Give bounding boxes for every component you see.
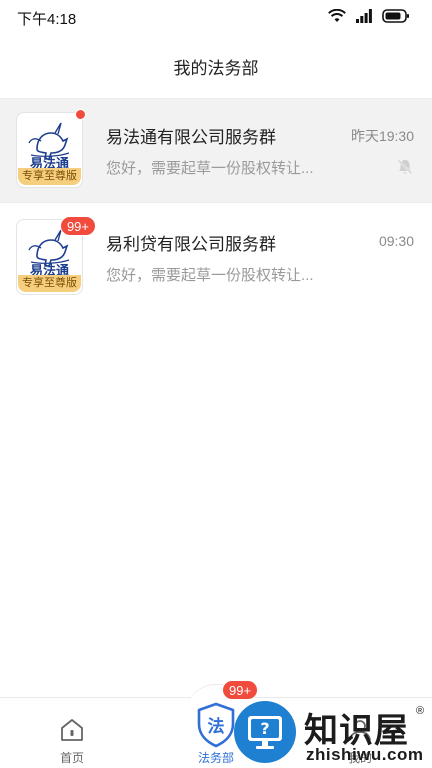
watermark: ? 知识屋 ® zhishiwu.com — [232, 699, 432, 768]
watermark-icon-char: ? — [260, 719, 269, 738]
wifi-icon — [328, 9, 346, 22]
legal-shield-char: 法 — [208, 716, 225, 737]
unread-badge: 99+ — [59, 216, 96, 236]
unread-dot — [75, 109, 86, 120]
mute-bell-icon — [397, 159, 413, 175]
chat-preview: 您好，需要起草一份股权转让... — [106, 267, 314, 284]
avatar: 易法通 专享至尊版 99+ — [16, 216, 96, 295]
home-icon — [61, 719, 83, 741]
avatar-tag: 专享至尊版 — [18, 168, 81, 185]
chat-time: 09:30 — [378, 233, 414, 249]
chat-preview: 您好，需要起草一份股权转让... — [106, 160, 314, 177]
watermark-registered: ® — [416, 705, 425, 717]
legal-shield-icon: 法 — [197, 702, 235, 748]
avatar: 易法通 专享至尊版 — [16, 109, 86, 188]
chat-list: 易法通 专享至尊版 易法通有限公司服务群 您好，需要起草一份股权转让... 昨天… — [0, 99, 432, 305]
page-header: 我的法务部 — [0, 36, 432, 96]
watermark-monitor-icon: ? — [234, 701, 296, 763]
chat-row[interactable]: 易法通 专享至尊版 99+ 易利贷有限公司服务群 您好，需要起草一份股权转让..… — [0, 202, 432, 305]
avatar-tag: 专享至尊版 — [18, 275, 81, 292]
signal-icon — [356, 9, 372, 23]
chat-row[interactable]: 易法通 专享至尊版 易法通有限公司服务群 您好，需要起草一份股权转让... 昨天… — [0, 99, 432, 202]
chat-name: 易利贷有限公司服务群 — [106, 235, 276, 254]
tab-badge: 99+ — [222, 680, 259, 700]
status-time: 下午4:18 — [17, 11, 77, 28]
page-title: 我的法务部 — [173, 58, 259, 78]
tab-home[interactable]: 首页 — [22, 698, 122, 768]
watermark-domain: zhishiwu.com — [306, 745, 424, 764]
tab-label: 首页 — [59, 751, 84, 765]
status-bar: 下午4:18 — [0, 0, 432, 34]
chat-name: 易法通有限公司服务群 — [106, 128, 276, 147]
chat-time: 昨天19:30 — [350, 128, 414, 144]
status-icons — [328, 9, 410, 23]
battery-icon — [382, 9, 409, 23]
